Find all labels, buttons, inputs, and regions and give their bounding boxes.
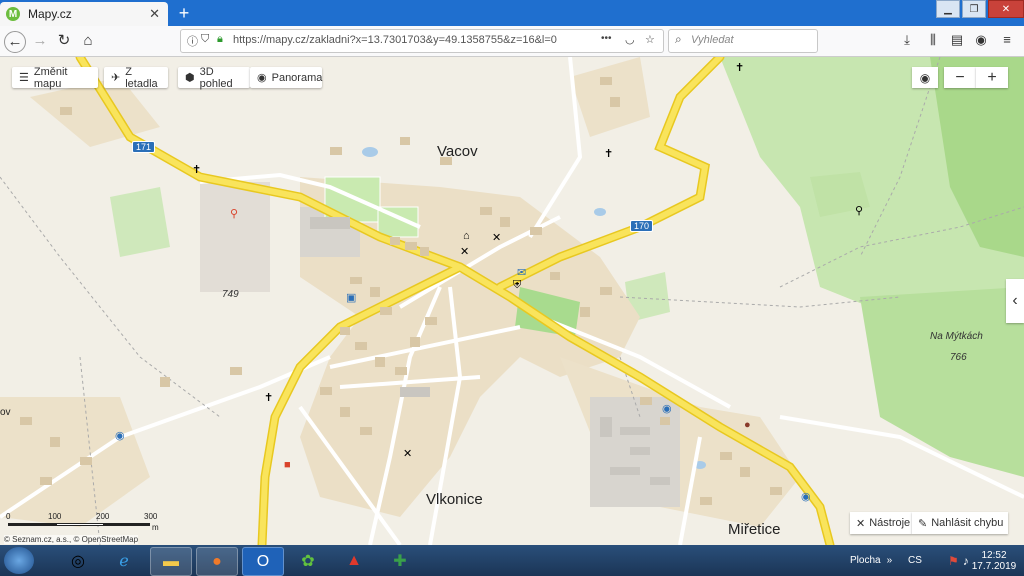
view-3d-button[interactable]: ⬢ 3D pohled — [178, 66, 250, 90]
cube-icon: ⬢ — [185, 72, 195, 84]
back-icon[interactable]: ← — [4, 31, 26, 53]
lookout-tower-icon[interactable]: ⚲ — [855, 204, 863, 217]
url-text[interactable]: https://mapy.cz/zakladni?x=13.7301703&y=… — [233, 34, 557, 46]
chrome-icon[interactable]: ◎ — [58, 547, 98, 574]
locate-me-button[interactable]: ◉ — [912, 67, 938, 88]
bus-stop-icon[interactable]: ◉ — [662, 402, 672, 415]
zoom-in-button[interactable]: + — [976, 67, 1008, 88]
network-flag-icon[interactable]: ⚑ — [948, 554, 959, 568]
speaker-icon[interactable]: ♪ — [963, 554, 969, 568]
search-icon: ⌕ — [675, 32, 682, 46]
cross-icon[interactable]: ✝ — [604, 147, 613, 160]
pencil-icon: ✎ — [918, 517, 928, 530]
bus-stop-icon[interactable]: ◉ — [801, 490, 811, 503]
firefox-icon[interactable]: ● — [196, 547, 238, 576]
map-attribution[interactable]: © Seznam.cz, a.s., © OpenStreetMap — [4, 535, 139, 544]
peak-name-na-mytkach[interactable]: Na Mýtkách — [930, 331, 983, 342]
outlook-icon[interactable]: O — [242, 547, 284, 576]
download-icon[interactable]: ⤓ — [898, 32, 916, 48]
lock-icon: 🔒︎ — [217, 33, 223, 45]
sidebar-icon[interactable]: ▤ — [948, 32, 966, 48]
search-field[interactable]: ⌕ Vyhledat — [668, 29, 818, 53]
police-icon[interactable]: ⛨ — [513, 279, 521, 292]
acrobat-icon[interactable]: ▲ — [334, 547, 374, 574]
forward-icon[interactable]: → — [30, 31, 50, 51]
minimize-icon[interactable]: ▁ — [936, 0, 960, 18]
tab-close-icon[interactable]: ✕ — [149, 6, 160, 22]
castle-icon[interactable]: ⌂ — [463, 230, 470, 242]
side-panel-toggle-button[interactable]: ‹ — [1006, 279, 1024, 323]
cross-icon[interactable]: ✝ — [735, 61, 744, 74]
windows-taskbar: ◎ ℯ ▬ ● O ✿ ▲ ✚ Plocha » CS ⚑ ♪ 12:52 17… — [0, 545, 1024, 576]
from-plane-button[interactable]: ✈ Z letadla — [104, 66, 168, 90]
fire-station-icon[interactable]: ■ — [284, 459, 291, 471]
bookmark-star-icon[interactable]: ☆ — [645, 33, 655, 46]
route-badge-170: 170 — [630, 220, 654, 232]
restaurant-icon[interactable]: ✕ — [403, 447, 412, 460]
chapel-icon[interactable]: ● — [744, 419, 751, 431]
menu-icon[interactable]: ≡ — [998, 32, 1016, 47]
map-drawing — [0, 57, 1024, 545]
map-canvas[interactable]: Vacov Vlkonice Miřetice ov 749 Na Mýtkác… — [0, 57, 1024, 545]
plane-icon: ✈ — [111, 72, 121, 84]
place-label-vacov[interactable]: Vacov — [437, 143, 478, 160]
window-controls: ▁ ❐ ✕ — [934, 0, 1024, 18]
language-indicator[interactable]: CS — [908, 545, 922, 576]
library-icon[interactable]: ⫼ — [924, 32, 942, 48]
cross-icon[interactable]: ✝ — [264, 391, 273, 404]
start-button[interactable] — [4, 547, 34, 574]
panorama-button[interactable]: ◉ Panorama — [250, 67, 322, 88]
reload-icon[interactable]: ↻ — [54, 31, 74, 51]
bus-stop-icon[interactable]: ◉ — [115, 429, 125, 442]
layers-icon: ☰ — [19, 72, 29, 84]
map-scale: 0 100 200 300 m — [6, 512, 159, 532]
app-icon[interactable]: ✚ — [380, 547, 420, 574]
route-badge-171: 171 — [132, 141, 156, 153]
place-label-cut: ov — [0, 407, 11, 418]
cross-icon[interactable]: ✝ — [192, 163, 201, 176]
url-bar[interactable]: ⓘ ⛉ 🔒︎ https://mapy.cz/zakladni?x=13.730… — [180, 29, 664, 53]
locate-icon: ◉ — [919, 70, 931, 85]
new-tab-button[interactable]: + — [174, 3, 194, 24]
change-map-button[interactable]: ☰ Změnit mapu — [12, 66, 98, 90]
home-icon[interactable]: ⌂ — [78, 31, 98, 51]
desktop-toolbar[interactable]: Plocha » — [850, 545, 892, 576]
tab-mapy[interactable]: M Mapy.cz ✕ — [0, 2, 168, 26]
report-error-button[interactable]: ✎ Nahlásit chybu — [912, 512, 1008, 534]
elevation-766: 766 — [950, 352, 967, 363]
place-label-vlkonice[interactable]: Vlkonice — [426, 491, 483, 508]
clock[interactable]: 12:52 17.7.2019 — [972, 545, 1017, 576]
shield-icon[interactable]: ⛉ — [201, 33, 209, 46]
navigation-bar: ← → ↻ ⌂ ⓘ ⛉ 🔒︎ https://mapy.cz/zakladni?… — [0, 26, 1024, 57]
elevation-749: 749 — [222, 289, 239, 300]
icq-icon[interactable]: ✿ — [288, 547, 328, 574]
mapy-favicon-icon: M — [6, 7, 20, 21]
tray-icons[interactable]: ⚑ ♪ — [948, 545, 969, 576]
pocket-icon[interactable]: ◡ — [625, 33, 635, 46]
restore-icon[interactable]: ❐ — [962, 0, 986, 18]
search-placeholder: Vyhledat — [691, 34, 734, 46]
tools-button[interactable]: ✕ Nástroje — [850, 512, 912, 534]
internet-explorer-icon[interactable]: ℯ — [104, 547, 144, 574]
restaurant-icon[interactable]: ✕ — [492, 231, 501, 244]
more-actions-icon[interactable]: ••• — [601, 33, 612, 44]
tab-bar: M Mapy.cz ✕ + ▁ ❐ ✕ — [0, 0, 1024, 26]
info-icon[interactable]: ⓘ — [187, 33, 198, 49]
eye-icon: ◉ — [257, 72, 267, 84]
close-window-icon[interactable]: ✕ — [988, 0, 1024, 18]
place-label-miretice[interactable]: Miřetice — [728, 521, 781, 538]
info-board-icon[interactable]: ▣ — [346, 291, 356, 304]
account-icon[interactable]: ◉ — [972, 32, 990, 48]
tab-title: Mapy.cz — [28, 7, 72, 21]
zoom-out-button[interactable]: − — [944, 67, 976, 88]
restaurant-icon[interactable]: ✕ — [460, 245, 469, 258]
post-office-icon[interactable]: ✉ — [517, 266, 526, 279]
file-explorer-icon[interactable]: ▬ — [150, 547, 192, 576]
viewpoint-icon[interactable]: ⚲ — [230, 207, 238, 220]
tools-icon: ✕ — [856, 517, 866, 530]
